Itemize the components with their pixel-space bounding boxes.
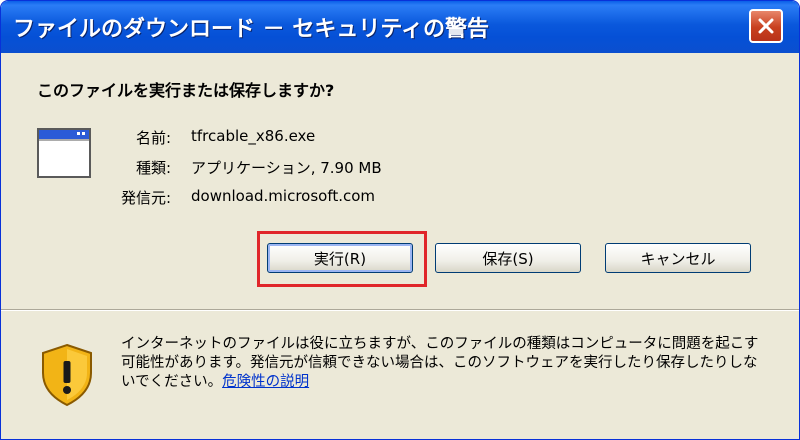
run-button[interactable]: 実行(R) xyxy=(267,243,413,273)
file-source-label: 発信元: xyxy=(120,189,171,207)
dialog-body: このファイルを実行または保存しますか? 名前: tfrcable_x86.exe… xyxy=(1,53,799,439)
cancel-button[interactable]: キャンセル xyxy=(605,243,751,273)
file-type-label: 種類: xyxy=(135,159,171,177)
divider xyxy=(1,309,799,311)
title-bar[interactable]: ファイルのダウンロード － セキュリティの警告 xyxy=(1,1,799,53)
file-name-label: 名前: xyxy=(135,129,171,147)
file-type-value: アプリケーション, 7.90 MB xyxy=(191,159,382,177)
close-icon xyxy=(758,18,774,34)
application-icon xyxy=(37,128,91,178)
security-warning-dialog: ファイルのダウンロード － セキュリティの警告 このファイルを実行または保存しま… xyxy=(0,0,800,440)
save-button[interactable]: 保存(S) xyxy=(435,243,581,273)
risk-explanation-link[interactable]: 危険性の説明 xyxy=(222,374,309,390)
window-title: ファイルのダウンロード － セキュリティの警告 xyxy=(13,17,489,42)
close-button[interactable] xyxy=(749,9,783,43)
warning-message: インターネットのファイルは役に立ちますが、このファイルの種類はコンピュータに問題… xyxy=(121,335,771,392)
warning-text: インターネットのファイルは役に立ちますが、このファイルの種類はコンピュータに問題… xyxy=(121,336,759,390)
file-source-value: download.microsoft.com xyxy=(191,187,376,205)
file-name-value: tfrcable_x86.exe xyxy=(191,127,316,145)
warning-shield-icon xyxy=(42,343,92,407)
question-text: このファイルを実行または保存しますか? xyxy=(37,81,335,100)
